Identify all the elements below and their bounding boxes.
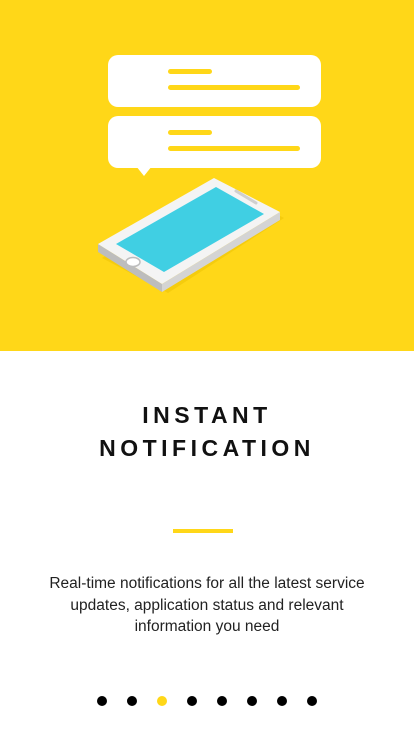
- onboarding-content: INSTANT NOTIFICATION Real-time notificat…: [0, 351, 414, 736]
- hero-illustration: [0, 0, 414, 351]
- page-dot[interactable]: [97, 696, 107, 706]
- onboarding-title: INSTANT NOTIFICATION: [0, 399, 414, 465]
- page-dot-active[interactable]: [157, 696, 167, 706]
- page-dot[interactable]: [307, 696, 317, 706]
- page-dot[interactable]: [127, 696, 137, 706]
- chat-bubble-icon: [108, 116, 321, 176]
- smartphone-icon: [98, 178, 284, 293]
- chat-bubble-icon: [108, 55, 321, 107]
- page-dot[interactable]: [277, 696, 287, 706]
- page-indicator: [0, 696, 414, 708]
- page-dot[interactable]: [217, 696, 227, 706]
- page-dot[interactable]: [247, 696, 257, 706]
- title-line-2: NOTIFICATION: [99, 435, 315, 461]
- accent-divider: [173, 529, 233, 533]
- title-line-1: INSTANT: [142, 402, 272, 428]
- notification-illustration: [98, 55, 321, 293]
- onboarding-description: Real-time notifications for all the late…: [49, 575, 365, 635]
- page-dot[interactable]: [187, 696, 197, 706]
